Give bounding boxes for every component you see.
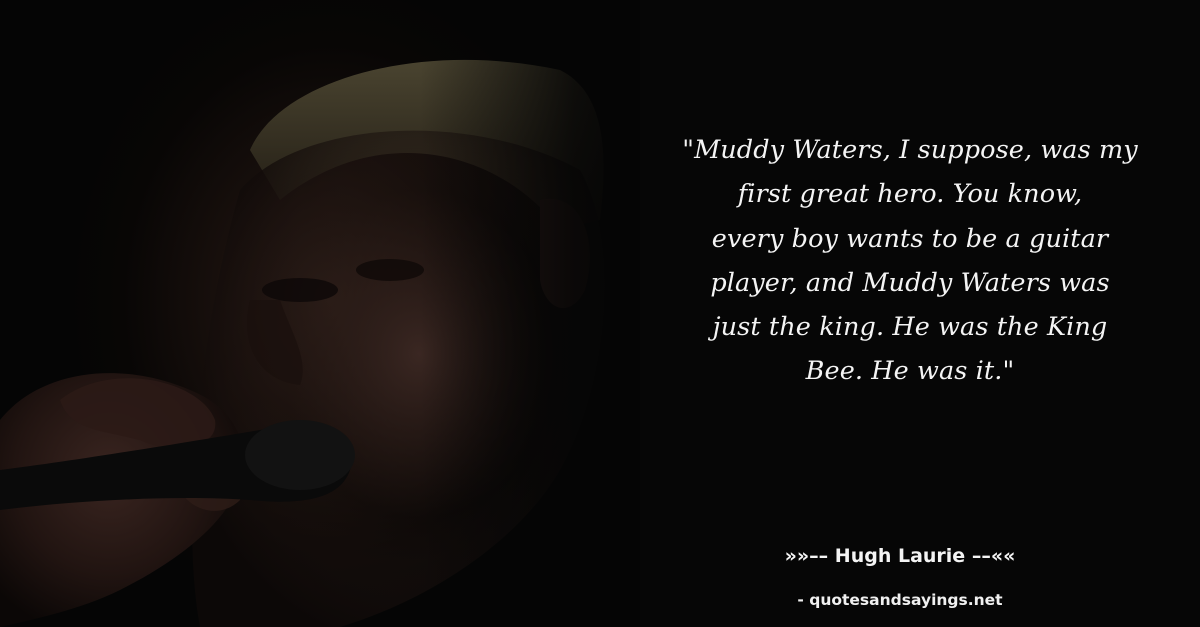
eye-right-shape bbox=[356, 259, 424, 281]
source-credit: - quotesandsayings.net bbox=[797, 591, 1003, 609]
quote-line: Bee. He was it." bbox=[805, 356, 1015, 387]
singer-photo bbox=[0, 0, 640, 627]
left-ornament: »»–– bbox=[784, 545, 829, 567]
eye-left-shape bbox=[262, 278, 338, 302]
quote-line: player, and Muddy Waters was bbox=[710, 267, 1110, 298]
quote-line: every boy wants to be a guitar bbox=[711, 223, 1109, 254]
quote-card: "Muddy Waters, I suppose, was my first g… bbox=[0, 0, 1200, 627]
quote-text: "Muddy Waters, I suppose, was my first g… bbox=[660, 128, 1160, 394]
quote-line: just the king. He was the King bbox=[712, 312, 1108, 343]
photo-fade-overlay bbox=[420, 0, 640, 627]
quote-line: first great hero. You know, bbox=[737, 179, 1083, 210]
microphone-head-shape bbox=[245, 420, 355, 490]
quote-line: "Muddy Waters, I suppose, was my bbox=[682, 135, 1138, 165]
right-ornament: ––«« bbox=[971, 545, 1016, 567]
author-name: Hugh Laurie bbox=[834, 545, 966, 567]
author-attribution: »»–– Hugh Laurie ––«« bbox=[700, 543, 1100, 569]
